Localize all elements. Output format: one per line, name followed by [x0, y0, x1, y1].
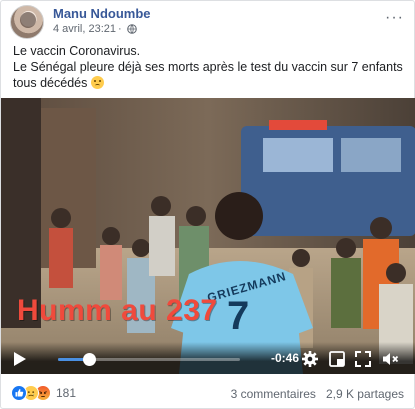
post-meta: 4 avril, 23:21 ·	[53, 23, 137, 35]
post-text-line-2-body: Le Sénégal pleure déjà ses morts après l…	[13, 60, 403, 90]
shares-link[interactable]: 2,9 K partages	[326, 387, 404, 401]
volume-muted-icon[interactable]	[381, 350, 399, 368]
fullscreen-icon[interactable]	[354, 350, 372, 368]
reaction-count: 181	[56, 386, 77, 400]
time-remaining: -0:46	[271, 351, 300, 365]
jersey-number: 7	[227, 294, 250, 338]
video-controls: -0:46	[1, 342, 415, 374]
picture-in-picture-icon[interactable]	[328, 350, 346, 368]
sad-face-emoji-icon	[90, 76, 104, 89]
post-text: Le vaccin Coronavirus. Le Sénégal pleure…	[13, 43, 408, 91]
post-text-line-1: Le vaccin Coronavirus.	[13, 44, 141, 58]
post-timestamp[interactable]: 4 avril, 23:21	[53, 23, 116, 35]
video-frame	[1, 98, 415, 374]
post-header: Manu Ndoumbe 4 avril, 23:21 · ···	[1, 1, 414, 41]
settings-gear-icon[interactable]	[301, 350, 319, 368]
play-icon[interactable]	[13, 351, 27, 367]
more-options-icon[interactable]: ···	[385, 9, 404, 27]
progress-scrubber-handle[interactable]	[82, 353, 96, 366]
video-caption-overlay: Humm au 237	[17, 294, 218, 327]
post-text-line-2: Le Sénégal pleure déjà ses morts après l…	[13, 59, 408, 91]
facebook-post: Manu Ndoumbe 4 avril, 23:21 · ··· Le vac…	[0, 0, 415, 409]
post-footer: 181 3 commentaires 2,9 K partages	[1, 379, 414, 407]
author-name[interactable]: Manu Ndoumbe	[53, 6, 151, 21]
video-player[interactable]: GRIEZMANN 7 Humm au 237 -0:46	[1, 98, 415, 374]
author-avatar[interactable]	[10, 5, 44, 39]
globe-icon	[126, 24, 137, 34]
like-icon	[11, 385, 27, 401]
progress-bar[interactable]	[58, 353, 240, 366]
comments-link[interactable]: 3 commentaires	[231, 387, 316, 401]
reactions-summary[interactable]: 181	[11, 385, 76, 401]
engagement-stats: 3 commentaires 2,9 K partages	[231, 387, 404, 401]
